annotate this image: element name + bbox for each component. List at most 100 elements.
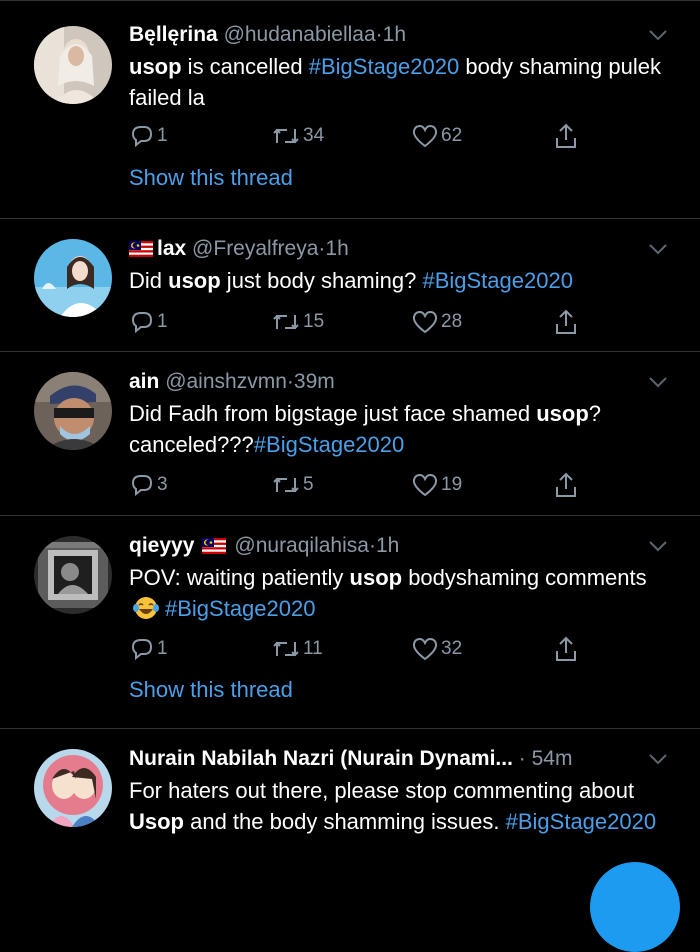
malaysia-flag-icon <box>202 538 227 554</box>
display-name[interactable]: Bęllęrina <box>129 23 218 46</box>
hashtag-link[interactable]: #BigStage2020 <box>165 596 315 621</box>
retweet-count: 11 <box>303 638 323 659</box>
reply-button[interactable]: 1 <box>129 122 168 150</box>
avatar[interactable] <box>34 26 112 104</box>
timestamp[interactable]: 1h <box>376 534 399 557</box>
reply-button[interactable]: 3 <box>129 471 168 499</box>
share-icon <box>553 635 581 663</box>
tweet-actions: 1 15 28 <box>129 308 599 336</box>
tweet-header: Bęllęrina @hudanabiellaa·1h <box>129 22 406 48</box>
tweet-actions: 3 5 19 <box>129 471 599 499</box>
share-button[interactable] <box>553 471 581 499</box>
like-button[interactable]: 62 <box>411 122 462 150</box>
chevron-down-icon[interactable] <box>648 539 668 553</box>
compose-tweet-button[interactable] <box>590 862 680 952</box>
share-button[interactable] <box>553 122 581 150</box>
like-button[interactable]: 28 <box>411 308 462 336</box>
malaysia-flag-icon <box>129 241 153 257</box>
tweet-actions: 1 34 62 <box>129 122 599 150</box>
like-count: 28 <box>441 311 463 332</box>
like-button[interactable]: 32 <box>411 635 462 663</box>
display-name[interactable]: qieyyy <box>129 534 194 557</box>
user-handle[interactable]: @ainshzvmn <box>165 370 287 393</box>
display-name[interactable]: Nurain Nabilah Nazri (Nurain Dynami... <box>129 747 513 770</box>
tweet-header: qieyyy @nuraqilahisa·1h <box>129 533 399 559</box>
tweet-text: POV: waiting patiently usop bodyshaming … <box>129 562 674 624</box>
user-handle[interactable]: @hudanabiellaa <box>224 23 376 46</box>
body-text: and the body shamming issues. <box>184 809 506 834</box>
reply-icon <box>129 123 157 149</box>
reply-count: 1 <box>157 638 168 659</box>
tweet-4[interactable]: qieyyy @nuraqilahisa·1h POV: waiting pat… <box>0 516 700 729</box>
retweet-icon <box>271 123 303 149</box>
like-icon <box>411 123 441 149</box>
chevron-down-icon[interactable] <box>648 375 668 389</box>
retweet-button[interactable]: 11 <box>271 635 323 663</box>
tweet-2[interactable]: lax @Freyalfreya·1h Did usop just body s… <box>0 219 700 352</box>
timestamp[interactable]: 39m <box>294 370 335 393</box>
keyword-text: usop <box>349 565 403 590</box>
tweet-header: lax @Freyalfreya·1h <box>129 236 349 262</box>
avatar[interactable] <box>34 536 112 614</box>
retweet-icon <box>271 472 303 498</box>
user-handle[interactable]: @Freyalfreya <box>192 237 318 260</box>
retweet-button[interactable]: 5 <box>271 471 314 499</box>
reply-count: 3 <box>157 474 168 495</box>
timestamp[interactable]: 54m <box>532 747 573 770</box>
body-text: Did Fadh from bigstage just face shamed <box>129 401 537 426</box>
avatar[interactable] <box>34 372 112 450</box>
like-icon <box>411 309 441 335</box>
retweet-button[interactable]: 34 <box>271 122 324 150</box>
tweet-text: Did usop just body shaming? #BigStage202… <box>129 265 674 296</box>
timestamp[interactable]: 1h <box>325 237 348 260</box>
body-text: For haters out there, please stop commen… <box>129 778 635 803</box>
share-icon <box>553 308 581 336</box>
share-button[interactable] <box>553 308 581 336</box>
reply-icon <box>129 472 157 498</box>
tweet-1[interactable]: Bęllęrina @hudanabiellaa·1h usop is canc… <box>0 0 700 219</box>
avatar[interactable] <box>34 749 112 827</box>
hashtag-link[interactable]: #BigStage2020 <box>254 432 404 457</box>
hashtag-link[interactable]: #BigStage2020 <box>506 809 656 834</box>
share-button[interactable] <box>553 635 581 663</box>
tweet-header: Nurain Nabilah Nazri (Nurain Dynami... ·… <box>129 746 572 772</box>
separator-dot: · <box>518 747 526 770</box>
keyword-text: usop <box>129 54 182 79</box>
show-thread-link[interactable]: Show this thread <box>129 165 293 191</box>
reply-count: 1 <box>157 125 168 146</box>
like-count: 19 <box>441 474 463 495</box>
chevron-down-icon[interactable] <box>648 242 668 256</box>
tweet-3[interactable]: ain @ainshzvmn·39m Did Fadh from bigstag… <box>0 352 700 516</box>
reply-icon <box>129 309 157 335</box>
timestamp[interactable]: 1h <box>383 23 406 46</box>
share-icon <box>553 471 581 499</box>
retweet-icon <box>271 636 303 662</box>
separator-dot: · <box>375 23 383 46</box>
user-handle[interactable]: @nuraqilahisa <box>234 534 369 557</box>
avatar[interactable] <box>34 239 112 317</box>
like-count: 32 <box>441 638 463 659</box>
retweet-count: 5 <box>303 474 314 495</box>
display-name[interactable]: ain <box>129 370 159 393</box>
retweet-button[interactable]: 15 <box>271 308 324 336</box>
keyword-text: Usop <box>129 809 184 834</box>
tweet-text: For haters out there, please stop commen… <box>129 775 674 837</box>
like-icon <box>411 472 441 498</box>
keyword-text: usop <box>536 401 589 426</box>
chevron-down-icon[interactable] <box>648 752 668 766</box>
retweet-icon <box>271 309 303 335</box>
tweet-5[interactable]: Nurain Nabilah Nazri (Nurain Dynami... ·… <box>0 729 700 882</box>
body-text: Did <box>129 268 169 293</box>
chevron-down-icon[interactable] <box>648 28 668 42</box>
reply-button[interactable]: 1 <box>129 308 168 336</box>
retweet-count: 15 <box>303 311 325 332</box>
like-button[interactable]: 19 <box>411 471 462 499</box>
show-thread-link[interactable]: Show this thread <box>129 677 293 703</box>
hashtag-link[interactable]: #BigStage2020 <box>422 268 572 293</box>
tweet-text: Did Fadh from bigstage just face shamed … <box>129 398 674 460</box>
separator-dot: · <box>368 534 376 557</box>
hashtag-link[interactable]: #BigStage2020 <box>309 54 459 79</box>
reply-button[interactable]: 1 <box>129 635 168 663</box>
tweet-header: ain @ainshzvmn·39m <box>129 369 335 395</box>
display-name[interactable]: lax <box>157 237 186 260</box>
